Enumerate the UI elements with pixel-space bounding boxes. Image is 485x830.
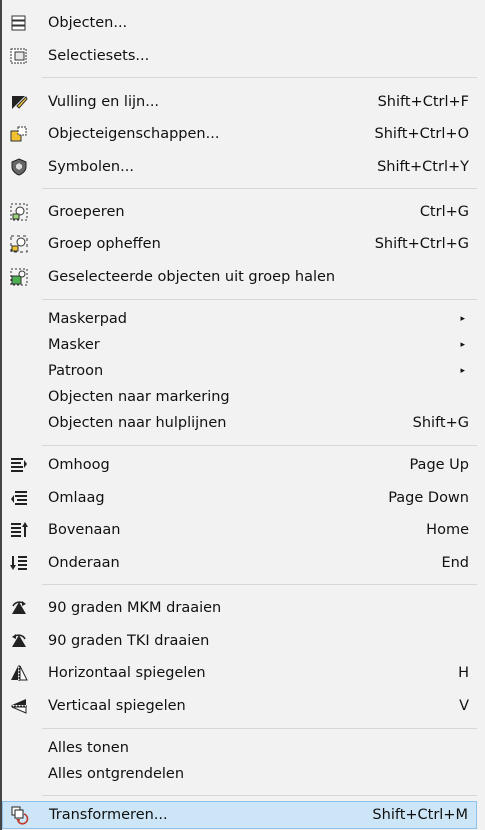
raise-to-top-icon: [8, 519, 30, 541]
menu-item-label: Vulling en lijn...: [48, 94, 160, 110]
flip-horizontal-icon: [8, 662, 30, 684]
menu-item-shortcut: V: [459, 698, 469, 714]
lower-to-bottom-icon: [8, 552, 30, 574]
raise-icon: [8, 454, 30, 476]
menu-item-alles-tonen[interactable]: Alles tonen: [2, 735, 477, 761]
ungroup-icon: [8, 233, 30, 255]
menu-item-label: Patroon: [48, 363, 104, 379]
menu-item-label: Objecteigenschappen...: [48, 126, 220, 142]
separator: [42, 299, 477, 300]
menu-item-shortcut: End: [441, 555, 469, 571]
menu-item-label: Horizontaal spiegelen: [48, 665, 206, 681]
menu-item-shortcut: Home: [426, 522, 469, 538]
menu-item-label: 90 graden MKM draaien: [48, 600, 222, 616]
menu-item-verticaal-spiegelen[interactable]: Verticaal spiegelen V: [2, 693, 477, 719]
menu-item-groep-opheffen[interactable]: Groep opheffen Shift+Ctrl+G: [2, 231, 477, 257]
menu-item-omlaag[interactable]: Omlaag Page Down: [2, 485, 477, 511]
menu-item-shortcut: H: [458, 665, 469, 681]
menu-item-label: Selectiesets...: [48, 48, 150, 64]
menu-item-selectiesets[interactable]: Selectiesets...: [2, 43, 477, 69]
menu-item-objecten-naar-markering[interactable]: Objecten naar markering: [2, 384, 477, 410]
menu-item-shortcut: Shift+Ctrl+G: [374, 236, 469, 252]
rotate-ccw-icon: [8, 630, 30, 652]
menu-item-omhoog[interactable]: Omhoog Page Up: [2, 452, 477, 478]
menu-item-label: Masker: [48, 337, 100, 353]
menu-item-label: Alles tonen: [48, 740, 129, 756]
separator: [42, 445, 477, 446]
separator: [42, 188, 477, 189]
rotate-cw-icon: [8, 597, 30, 619]
menu-item-objecten[interactable]: Objecten...: [2, 10, 477, 36]
menu-item-objecten-naar-hulplijnen[interactable]: Objecten naar hulplijnen Shift+G: [2, 410, 477, 436]
menu-item-label: Onderaan: [48, 555, 120, 571]
menu-item-transformeren[interactable]: Transformeren... Shift+Ctrl+M: [2, 801, 477, 829]
fill-stroke-icon: [8, 91, 30, 113]
menu-item-label: Geselecteerde objecten uit groep halen: [48, 269, 336, 285]
menu-item-label: Groeperen: [48, 204, 125, 220]
menu-item-90-graden-tki[interactable]: 90 graden TKI draaien: [2, 628, 477, 654]
menu-item-label: Maskerpad: [48, 311, 128, 327]
object-menu: Objecten... Selectiesets... Vulling en l…: [0, 0, 485, 830]
separator: [42, 795, 477, 796]
lower-icon: [8, 487, 30, 509]
menu-item-groeperen[interactable]: Groeperen Ctrl+G: [2, 199, 477, 225]
symbols-shield-icon: [8, 156, 30, 178]
menu-item-label: Omlaag: [48, 490, 105, 506]
menu-item-label: Objecten naar hulplijnen: [48, 415, 227, 431]
selection-sets-icon: [8, 45, 30, 67]
menu-item-90-graden-mkm[interactable]: 90 graden MKM draaien: [2, 595, 477, 621]
menu-item-objecteigenschappen[interactable]: Objecteigenschappen... Shift+Ctrl+O: [2, 121, 477, 147]
menu-item-shortcut: Ctrl+G: [419, 204, 469, 220]
menu-item-vulling-en-lijn[interactable]: Vulling en lijn... Shift+Ctrl+F: [2, 89, 477, 115]
menu-item-label: Objecten naar markering: [48, 389, 230, 405]
menu-item-shortcut: Shift+G: [412, 415, 469, 431]
menu-item-label: 90 graden TKI draaien: [48, 633, 210, 649]
menu-item-label: Alles ontgrendelen: [48, 766, 185, 782]
menu-item-symbolen[interactable]: Symbolen... Shift+Ctrl+Y: [2, 154, 477, 180]
menu-item-label: Omhoog: [48, 457, 110, 473]
group-icon: [8, 201, 30, 223]
menu-item-shortcut: Shift+Ctrl+M: [372, 807, 468, 823]
transform-icon: [9, 804, 31, 826]
pop-from-group-icon: [8, 266, 30, 288]
menu-item-label: Verticaal spiegelen: [48, 698, 186, 714]
object-properties-icon: [8, 123, 30, 145]
layers-icon: [8, 12, 30, 34]
menu-item-uit-groep-halen[interactable]: Geselecteerde objecten uit groep halen: [2, 264, 477, 290]
submenu-arrow-icon: ▸: [460, 366, 465, 376]
menu-item-label: Transformeren...: [49, 807, 168, 823]
menu-item-masker[interactable]: Masker ▸: [2, 332, 477, 358]
menu-item-shortcut: Shift+Ctrl+F: [377, 94, 469, 110]
menu-item-shortcut: Page Down: [388, 490, 469, 506]
separator: [42, 728, 477, 729]
menu-item-shortcut: Page Up: [409, 457, 469, 473]
menu-item-bovenaan[interactable]: Bovenaan Home: [2, 517, 477, 543]
flip-vertical-icon: [8, 695, 30, 717]
menu-item-label: Groep opheffen: [48, 236, 161, 252]
menu-item-patroon[interactable]: Patroon ▸: [2, 358, 477, 384]
menu-item-shortcut: Shift+Ctrl+O: [374, 126, 469, 142]
submenu-arrow-icon: ▸: [460, 314, 465, 324]
menu-item-alles-ontgrendelen[interactable]: Alles ontgrendelen: [2, 761, 477, 787]
menu-item-shortcut: Shift+Ctrl+Y: [377, 159, 469, 175]
menu-item-maskerpad[interactable]: Maskerpad ▸: [2, 306, 477, 332]
separator: [42, 584, 477, 585]
menu-item-label: Objecten...: [48, 15, 128, 31]
menu-item-label: Symbolen...: [48, 159, 134, 175]
submenu-arrow-icon: ▸: [460, 340, 465, 350]
menu-item-onderaan[interactable]: Onderaan End: [2, 550, 477, 576]
menu-item-horizontaal-spiegelen[interactable]: Horizontaal spiegelen H: [2, 660, 477, 686]
menu-item-label: Bovenaan: [48, 522, 121, 538]
separator: [42, 77, 477, 78]
